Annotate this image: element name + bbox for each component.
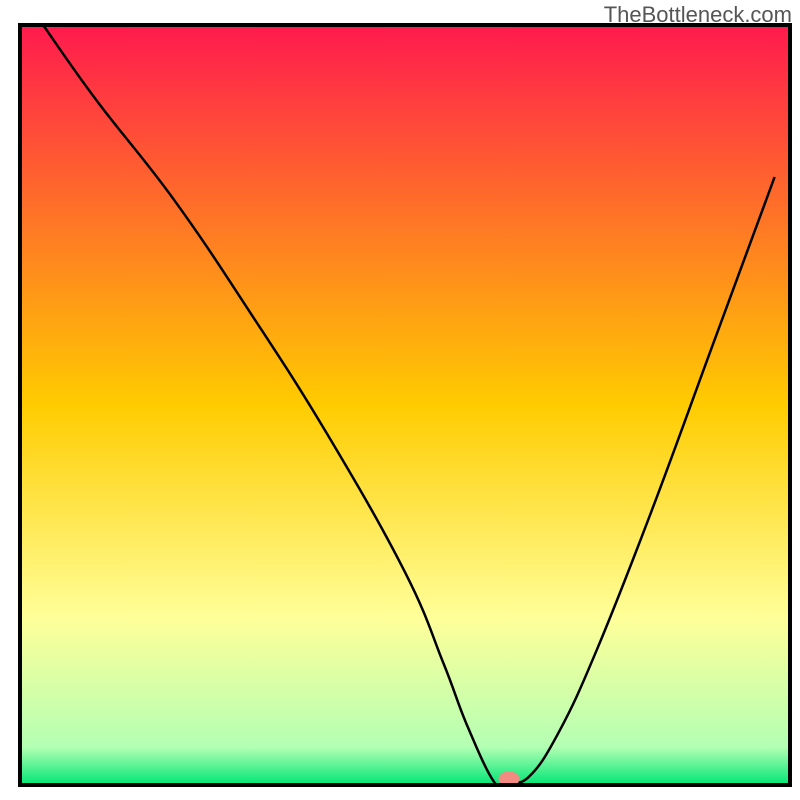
bottleneck-chart	[0, 0, 800, 800]
chart-container: TheBottleneck.com	[0, 0, 800, 800]
watermark-text: TheBottleneck.com	[604, 2, 792, 28]
gradient-background	[20, 25, 790, 785]
